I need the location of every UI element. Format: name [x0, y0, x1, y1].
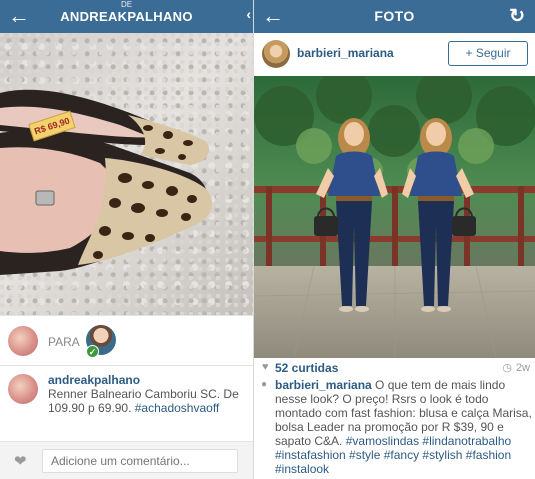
header-title[interactable]: ANDREAKPALHANO	[0, 9, 253, 24]
caption-row: andreakpalhano Renner Balneario Camboriu…	[0, 365, 253, 441]
avatar[interactable]	[8, 374, 38, 404]
heart-icon[interactable]: ❤	[14, 452, 27, 470]
post-age: 2w	[515, 362, 530, 374]
header-subtitle: DE	[120, 0, 133, 9]
header-title: FOTO	[374, 8, 415, 24]
caption-hashtag[interactable]: #achadoshvaoff	[135, 401, 220, 415]
caption-row: ● barbieri_mariana O que tem de mais lin…	[254, 376, 535, 479]
avatar[interactable]	[8, 326, 38, 356]
left-post-pane: ← DE ANDREAKPALHANO ‹ R$ 69,90 PARA ✓ an…	[0, 0, 253, 479]
tagged-row: PARA ✓	[0, 315, 253, 365]
mirrored-look-illustration	[254, 76, 535, 358]
check-icon: ✓	[86, 345, 99, 358]
comment-input[interactable]	[42, 449, 238, 473]
post-photo-look[interactable]	[254, 76, 535, 358]
post-photo-shoes[interactable]: R$ 69,90	[0, 33, 253, 315]
follow-button[interactable]: + Seguir	[448, 41, 528, 66]
clock-icon: ◷	[502, 362, 512, 374]
chevron-left-icon[interactable]: ‹	[246, 6, 251, 22]
tagged-label: PARA	[48, 335, 80, 349]
comment-bar: ❤	[0, 441, 253, 479]
caption-username[interactable]: andreakpalhano	[48, 373, 248, 387]
caption-block: barbieri_mariana O que tem de mais lindo…	[275, 378, 532, 476]
refresh-icon[interactable]: ↻	[509, 5, 525, 28]
likes-count[interactable]: 52 curtidas	[275, 361, 338, 375]
profile-username[interactable]: barbieri_mariana	[297, 46, 394, 60]
avatar[interactable]	[262, 40, 290, 68]
heart-icon: ♥	[262, 361, 269, 373]
right-post-pane: ← FOTO ↻ barbieri_mariana + Seguir ♥ 52 …	[253, 0, 535, 479]
left-header-bar: ← DE ANDREAKPALHANO ‹	[0, 0, 253, 33]
comment-bubble-icon: ●	[261, 379, 268, 390]
shoe-illustration	[0, 89, 213, 275]
profile-row: barbieri_mariana + Seguir	[254, 33, 535, 76]
right-header-bar: ← FOTO ↻	[254, 0, 535, 33]
stats-row: ♥ 52 curtidas ◷ 2w	[254, 358, 535, 376]
caption-block: andreakpalhano Renner Balneario Camboriu…	[48, 373, 248, 415]
caption-username[interactable]: barbieri_mariana	[275, 378, 372, 392]
